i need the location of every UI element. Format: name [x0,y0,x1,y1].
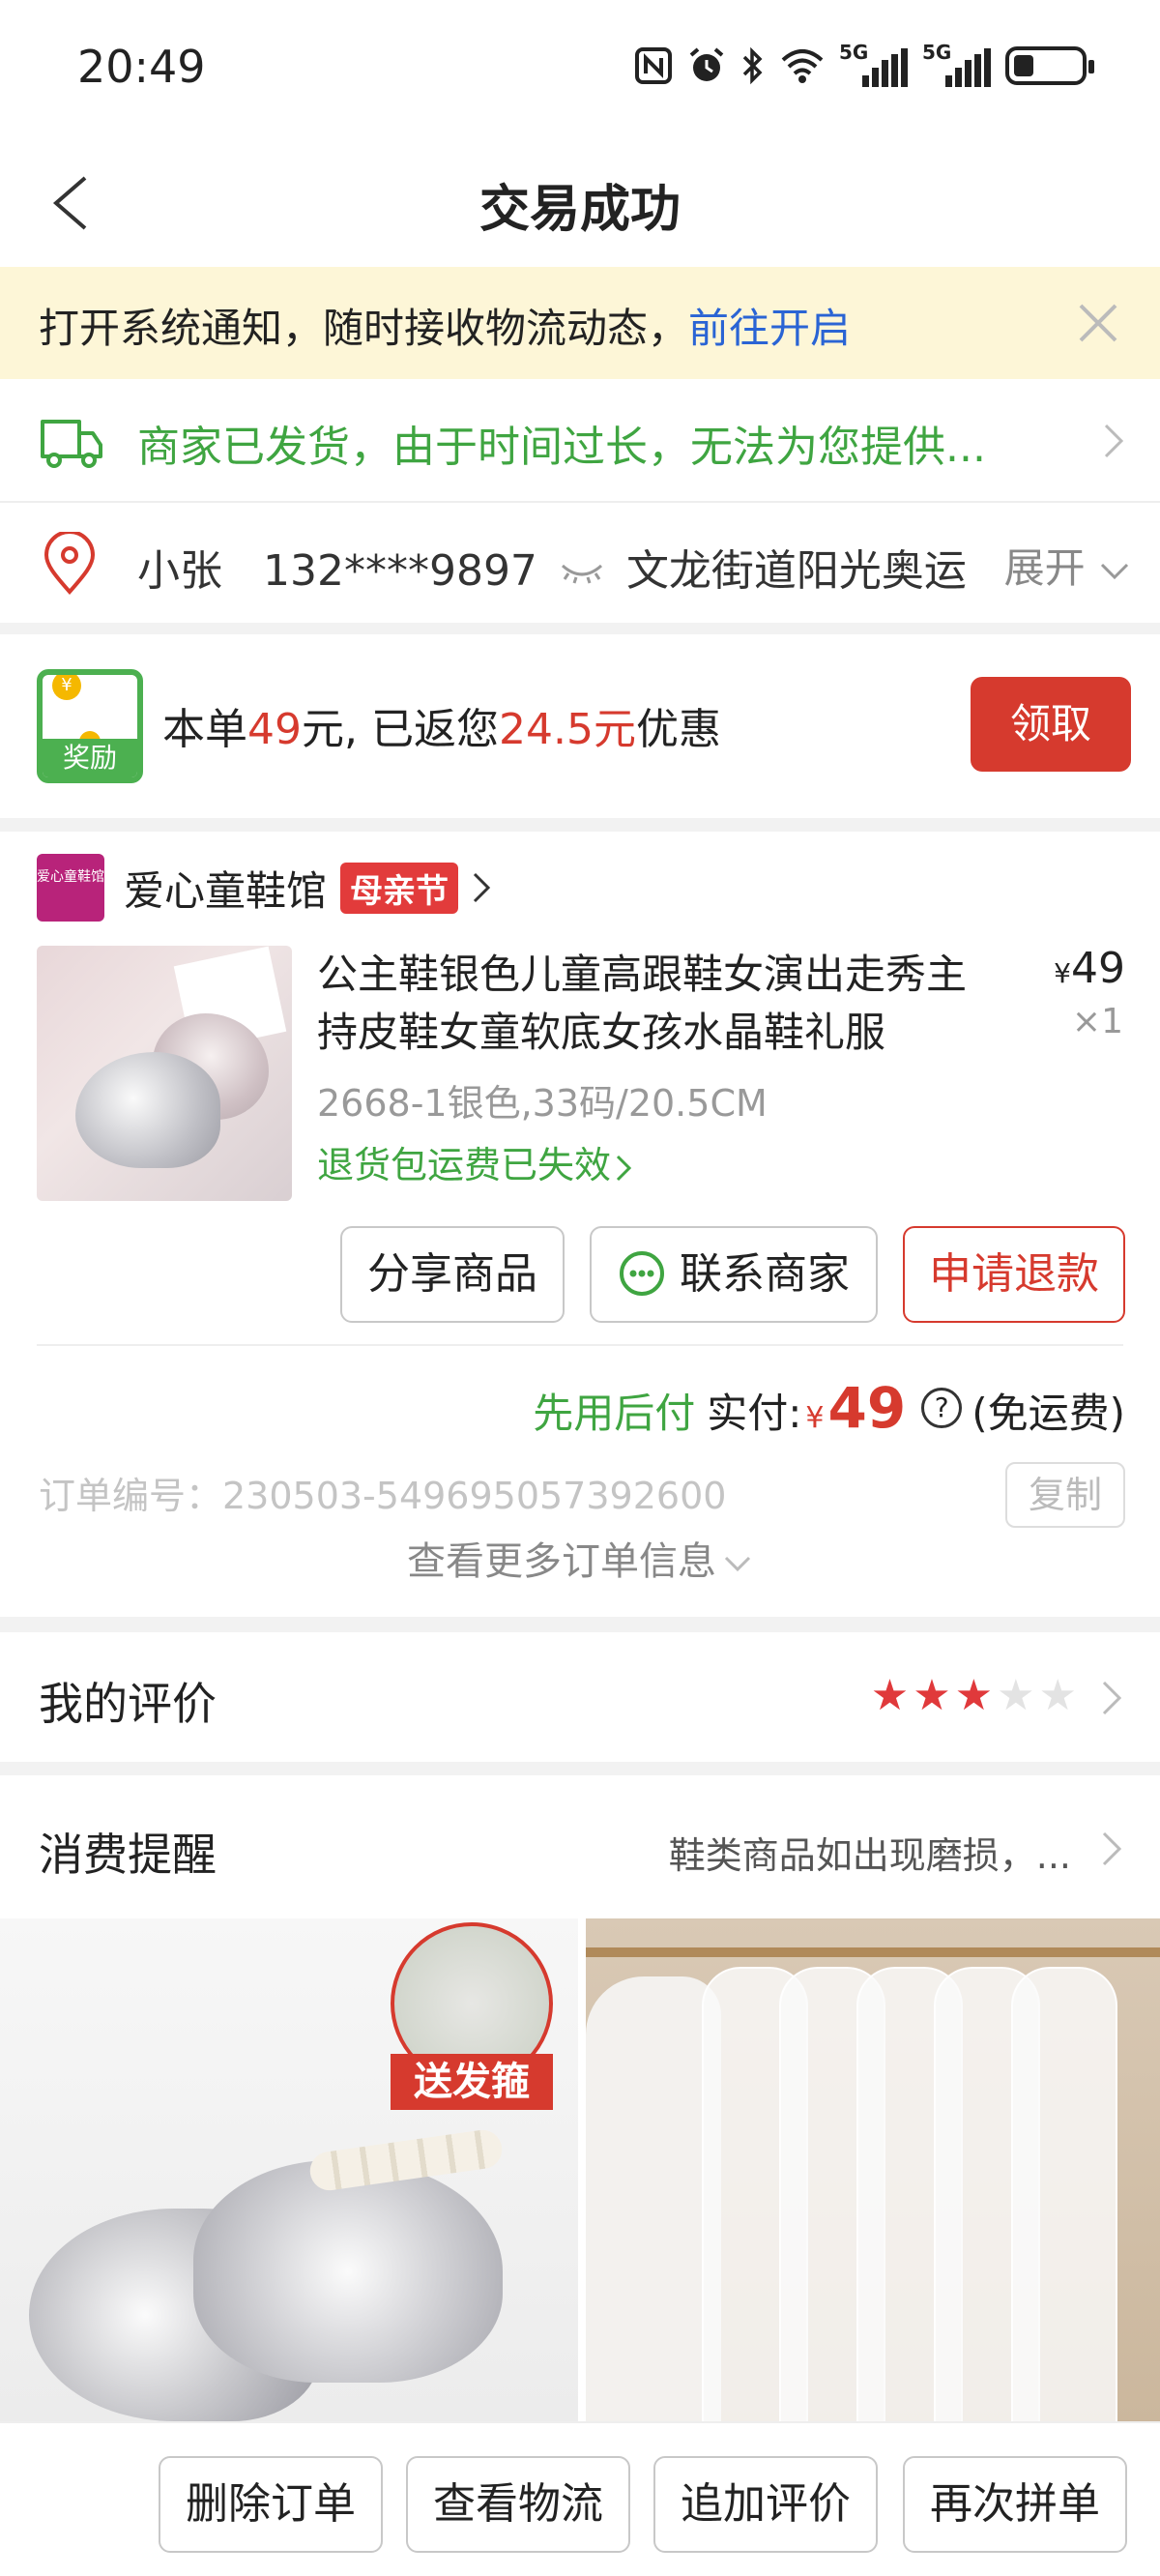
chevron-right-icon [616,1155,632,1181]
reorder-button[interactable]: 再次拼单 [903,2456,1127,2553]
recommendations: 送发箍 [0,1918,1160,2421]
notification-banner: 打开系统通知，随时接收物流动态，前往开启 [0,267,1160,379]
reward-text-mid: 元, 已返您 [302,705,499,754]
shop-header[interactable]: 爱心童鞋馆 爱心童鞋馆 母亲节 [37,853,491,922]
product-thumbnail[interactable] [37,946,292,1201]
delete-order-button[interactable]: 删除订单 [159,2456,383,2553]
alarm-icon [689,47,724,81]
coin-icon: ¥ [52,675,81,700]
my-review-label: 我的评价 [39,1678,217,1730]
consumer-tip-label: 消费提醒 [39,1829,217,1881]
reward-badge-label: 奖励 [43,739,137,777]
help-icon[interactable]: ? [921,1388,963,1428]
logistics-card: 商家已发货，由于时间过长，无法为您提供... 小张 132****9897 文龙… [0,379,1160,623]
product-price: ¥49 [1054,944,1125,993]
bluetooth-icon [742,46,763,85]
recipient-street: 文龙街道阳光奥运 [625,546,967,596]
nav-header: 交易成功 [0,135,1160,267]
eye-closed-icon[interactable] [561,562,603,585]
consumer-tip-value: 鞋类商品如出现磨损，... [668,1834,1071,1877]
shop-name: 爱心童鞋馆 [124,866,328,915]
shop-logo: 爱心童鞋馆 [37,854,104,922]
return-status-text: 退货包运费已失效 [317,1144,612,1186]
product-quantity: ×1 [1071,1002,1123,1041]
copy-button[interactable]: 复制 [1005,1462,1125,1528]
battery-icon [1005,46,1094,85]
signal-5g-icon: 5G [922,41,992,87]
more-order-info-label: 查看更多订单信息 [407,1539,716,1584]
address-row[interactable]: 小张 132****9897 文龙街道阳光奥运 展开 [0,505,1160,623]
star-icon: ★ [1038,1671,1077,1720]
nfc-icon [635,47,672,84]
star-icon: ★ [913,1671,951,1720]
chevron-right-icon [1104,424,1124,458]
product-spec: 2668-1银色,33码/20.5CM [317,1082,768,1125]
returned-amount: 24.5元 [498,705,636,754]
status-icons: 5G 5G [634,41,1094,87]
recipient-phone: 132****9897 [262,546,537,596]
expand-label: 展开 [1003,544,1086,592]
rating-stars: ★ ★ ★ ★ ★ [871,1675,1077,1717]
chat-icon [620,1251,664,1296]
signal-5g-icon: 5G [839,41,909,87]
return-shipping-status[interactable]: 退货包运费已失效 [317,1135,632,1188]
status-bar: 20:49 5G 5G [0,0,1160,135]
wifi-icon [781,49,824,83]
shipping-status-text: 商家已发货，由于时间过长，无法为您提供... [137,423,986,472]
pay-later-label: 先用后付 [533,1390,696,1437]
recipient-name: 小张 [137,546,222,596]
share-product-button[interactable]: 分享商品 [340,1226,565,1323]
claim-button[interactable]: 领取 [971,677,1131,772]
product-name[interactable]: 公主鞋银色儿童高跟鞋女演出走秀主持皮鞋女童软底女孩水晶鞋礼服 [317,946,994,1062]
reward-card: ¥ 奖励 本单49元, 已返您24.5元优惠 领取 [0,634,1160,818]
status-time: 20:49 [77,41,206,93]
my-review-row[interactable]: 我的评价 ★ ★ ★ ★ ★ [0,1632,1160,1762]
page-title: 交易成功 [478,181,681,239]
paid-amount: 49 [827,1375,907,1441]
paid-label: 实付: [707,1390,802,1437]
enable-notifications-link[interactable]: 前往开启 [688,305,851,352]
price-value: 49 [1071,944,1125,993]
shop-promo-tag: 母亲节 [340,862,459,914]
order-card: 爱心童鞋馆 爱心童鞋馆 母亲节 公主鞋银色儿童高跟鞋女演出走秀主持皮鞋女童软底女… [0,832,1160,1617]
view-logistics-button[interactable]: 查看物流 [406,2456,630,2553]
more-order-info[interactable]: 查看更多订单信息 [0,1530,1160,1586]
payment-summary: 先用后付 实付: ¥ 49 ? (免运费) [533,1375,1125,1441]
chevron-right-icon [1102,1681,1122,1715]
order-number: 订单编号：230503-549695057392600 [39,1475,727,1517]
add-review-button[interactable]: 追加评价 [653,2456,878,2553]
request-refund-button[interactable]: 申请退款 [903,1226,1125,1323]
reward-text-prefix: 本单 [162,705,247,754]
chevron-down-icon [724,1556,751,1572]
bottom-action-bar: 删除订单 查看物流 追加评价 再次拼单 [0,2421,1160,2576]
chevron-right-icon [473,872,491,903]
order-amount: 49 [247,705,302,754]
star-icon: ★ [870,1671,910,1720]
price-currency: ¥ [1054,957,1071,989]
notice-text-row: 打开系统通知，随时接收物流动态，前往开启 [39,296,851,355]
recommended-product-image[interactable] [586,1918,1160,2421]
shipping-fee-note: (免运费) [972,1390,1125,1437]
shipping-status-row[interactable]: 商家已发货，由于时间过长，无法为您提供... [0,379,1160,503]
location-pin-icon [44,532,96,596]
star-icon: ★ [997,1671,1035,1720]
contact-seller-button[interactable]: 联系商家 [590,1226,878,1323]
chevron-down-icon [1100,563,1129,579]
reward-text: 本单49元, 已返您24.5元优惠 [162,694,721,756]
paid-currency: ¥ [805,1401,825,1435]
address-text: 小张 132****9897 文龙街道阳光奥运 [137,536,1007,598]
close-icon[interactable] [1071,296,1125,350]
gift-badge: 送发箍 [391,2054,553,2110]
contact-seller-label: 联系商家 [680,1249,850,1299]
star-icon: ★ [954,1671,994,1720]
reward-badge-icon: ¥ 奖励 [37,669,143,783]
chevron-right-icon [1102,1831,1122,1866]
truck-icon [41,420,102,468]
notice-text: 打开系统通知，随时接收物流动态， [39,305,689,352]
recommended-product-image[interactable]: 送发箍 [0,1918,578,2421]
consumer-tip-row[interactable]: 消费提醒 鞋类商品如出现磨损，... [0,1775,1160,1920]
divider [37,1344,1123,1346]
expand-address-button[interactable]: 展开 [996,536,1131,595]
reward-text-suffix: 优惠 [635,705,721,754]
